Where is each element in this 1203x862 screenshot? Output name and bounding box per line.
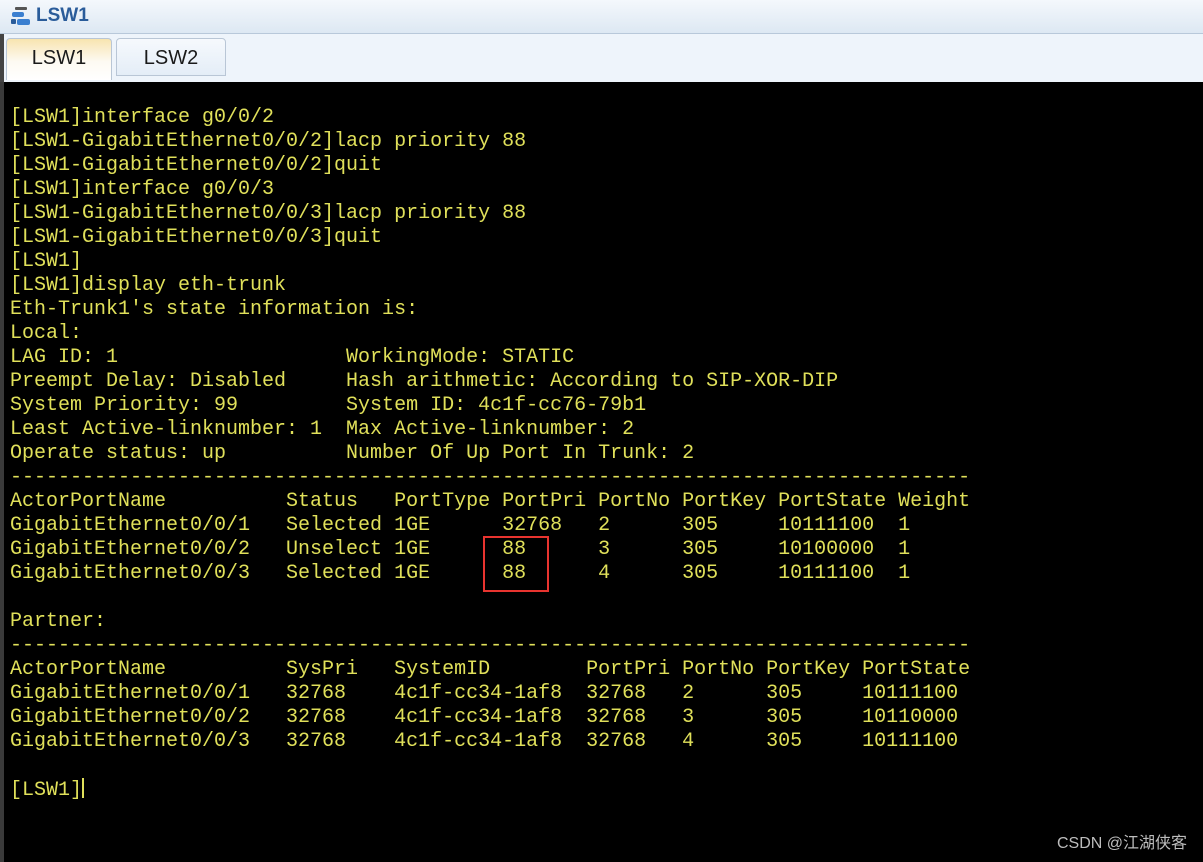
tab-lsw2[interactable]: LSW2 bbox=[116, 38, 226, 76]
terminal-line-text: ----------------------------------------… bbox=[10, 466, 971, 489]
terminal-line-text: GigabitEthernet0/0/2 32768 4c1f-cc34-1af… bbox=[10, 706, 959, 729]
terminal-line: [LSW1-GigabitEthernet0/0/2]quit bbox=[10, 154, 970, 178]
text-cursor bbox=[82, 778, 85, 798]
terminal-line: [LSW1-GigabitEthernet0/0/2]lacp priority… bbox=[10, 130, 970, 154]
terminal-line: LAG ID: 1 WorkingMode: STATIC bbox=[10, 346, 970, 370]
terminal-line-text: [LSW1-GigabitEthernet0/0/3]lacp priority… bbox=[10, 202, 527, 225]
terminal-line: GigabitEthernet0/0/3 32768 4c1f-cc34-1af… bbox=[10, 730, 970, 754]
terminal-line-text: Least Active-linknumber: 1 Max Active-li… bbox=[10, 418, 635, 441]
terminal-line-text: GigabitEthernet0/0/3 32768 4c1f-cc34-1af… bbox=[10, 730, 959, 753]
switch-icon bbox=[11, 7, 30, 25]
terminal-line: ActorPortName SysPri SystemID PortPri Po… bbox=[10, 658, 970, 682]
terminal-line: Eth-Trunk1's state information is: bbox=[10, 298, 970, 322]
terminal-line: GigabitEthernet0/0/2 32768 4c1f-cc34-1af… bbox=[10, 706, 970, 730]
terminal-line-text: Partner: bbox=[10, 610, 107, 633]
terminal-line-text: GigabitEthernet0/0/2 Unselect 1GE 88 3 3… bbox=[10, 538, 911, 561]
terminal-line-text: GigabitEthernet0/0/3 Selected 1GE 88 4 3… bbox=[10, 562, 911, 585]
terminal-line: ----------------------------------------… bbox=[10, 634, 970, 658]
terminal-line: [LSW1]interface g0/0/2 bbox=[10, 106, 970, 130]
window-titlebar: LSW1 bbox=[0, 0, 1203, 34]
terminal-line-text: ActorPortName SysPri SystemID PortPri Po… bbox=[10, 658, 971, 681]
terminal-line: GigabitEthernet0/0/1 32768 4c1f-cc34-1af… bbox=[10, 682, 970, 706]
terminal-line-text: [LSW1]interface g0/0/2 bbox=[10, 106, 275, 129]
terminal-line-text: GigabitEthernet0/0/1 Selected 1GE 32768 … bbox=[10, 514, 911, 537]
terminal-line: Partner: bbox=[10, 610, 970, 634]
terminal-line: System Priority: 99 System ID: 4c1f-cc76… bbox=[10, 394, 970, 418]
terminal-line-text: Operate status: up Number Of Up Port In … bbox=[10, 442, 695, 465]
terminal-line-text: [LSW1-GigabitEthernet0/0/2]quit bbox=[10, 154, 383, 177]
terminal-line-text: Local: bbox=[10, 322, 83, 345]
terminal-line-text: [LSW1]interface g0/0/3 bbox=[10, 178, 275, 201]
watermark: CSDN @江湖侠客 bbox=[1056, 835, 1187, 852]
terminal-line: [LSW1-GigabitEthernet0/0/3]quit bbox=[10, 226, 970, 250]
terminal-line-text: GigabitEthernet0/0/1 32768 4c1f-cc34-1af… bbox=[10, 682, 959, 705]
terminal-line: [LSW1] bbox=[10, 778, 970, 802]
terminal-output: [LSW1]interface g0/0/2 [LSW1-GigabitEther… bbox=[10, 106, 970, 802]
terminal-line-text: Preempt Delay: Disabled Hash arithmetic:… bbox=[10, 370, 839, 393]
terminal-line: ----------------------------------------… bbox=[10, 466, 970, 490]
terminal-line: Local: bbox=[10, 322, 970, 346]
terminal-line: GigabitEthernet0/0/1 Selected 1GE 32768 … bbox=[10, 514, 970, 538]
terminal-line-text: [LSW1]display eth-trunk bbox=[10, 274, 287, 297]
terminal-line: [LSW1]interface g0/0/3 bbox=[10, 178, 970, 202]
terminal-line-text: [LSW1-GigabitEthernet0/0/3]quit bbox=[10, 226, 383, 249]
window-title: LSW1 bbox=[36, 5, 89, 26]
terminal-line: Preempt Delay: Disabled Hash arithmetic:… bbox=[10, 370, 970, 394]
terminal-line: ActorPortName Status PortType PortPri Po… bbox=[10, 490, 970, 514]
terminal-line: Operate status: up Number Of Up Port In … bbox=[10, 442, 970, 466]
terminal-line: Least Active-linknumber: 1 Max Active-li… bbox=[10, 418, 970, 442]
terminal-line-text: [LSW1-GigabitEthernet0/0/2]lacp priority… bbox=[10, 130, 527, 153]
terminal-line-text: LAG ID: 1 WorkingMode: STATIC bbox=[10, 346, 575, 369]
terminal-line-text: ----------------------------------------… bbox=[10, 634, 971, 657]
terminal-line-text: [LSW1] bbox=[10, 779, 83, 802]
highlight-box-portpri bbox=[483, 536, 549, 592]
tab-lsw1[interactable]: LSW1 bbox=[6, 38, 112, 80]
terminal-console[interactable]: [LSW1]interface g0/0/2 [LSW1-GigabitEther… bbox=[0, 82, 1203, 862]
terminal-line: [LSW1]display eth-trunk bbox=[10, 274, 970, 298]
terminal-line: [LSW1-GigabitEthernet0/0/3]lacp priority… bbox=[10, 202, 970, 226]
terminal-line-text: ActorPortName Status PortType PortPri Po… bbox=[10, 490, 971, 513]
terminal-line-text: [LSW1] bbox=[10, 250, 83, 273]
terminal-line-text: Eth-Trunk1's state information is: bbox=[10, 298, 419, 321]
terminal-line-text: System Priority: 99 System ID: 4c1f-cc76… bbox=[10, 394, 647, 417]
tab-bar: LSW1 LSW2 bbox=[0, 34, 1203, 82]
terminal-line: [LSW1] bbox=[10, 250, 970, 274]
